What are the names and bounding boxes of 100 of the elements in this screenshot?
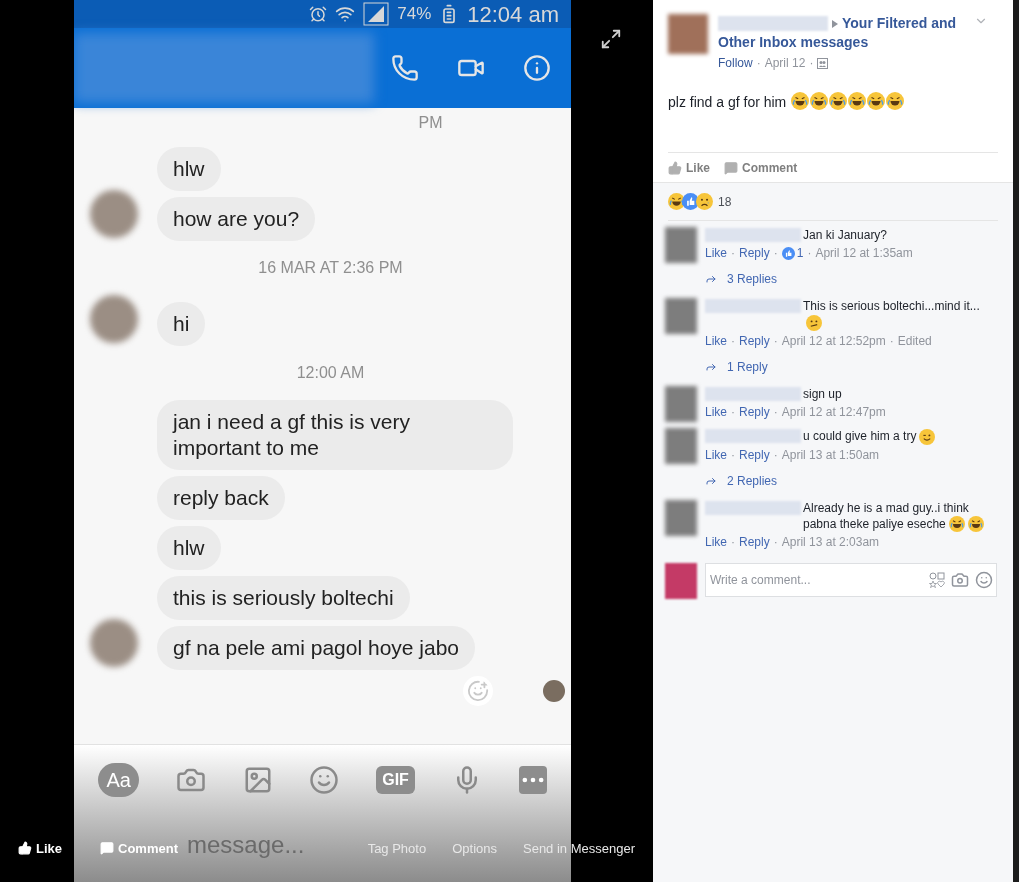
comment-text: u could give him a try: [803, 427, 991, 445]
comment-action-link[interactable]: Like: [705, 402, 727, 421]
more-icon[interactable]: [518, 766, 547, 794]
message-bubble: jan i need a gf this is very important to me: [157, 400, 513, 470]
expand-icon[interactable]: [600, 28, 622, 50]
gif-button[interactable]: GIF: [376, 766, 415, 794]
reply-arrow-icon: [705, 273, 717, 285]
like-icon: [668, 160, 682, 175]
sad-face-icon: [696, 193, 713, 210]
separator: ·: [731, 534, 735, 552]
separator: ·: [731, 245, 735, 262]
signal-icon: [363, 2, 390, 26]
laughing-face-icon: [848, 92, 867, 110]
like-count[interactable]: 1: [796, 244, 804, 262]
commenter-avatar[interactable]: [665, 499, 697, 536]
comment-action-link[interactable]: Reply: [739, 331, 770, 350]
comment-action-link[interactable]: Reply: [739, 402, 770, 421]
emoji-add-icon[interactable]: [463, 676, 493, 706]
comment-field[interactable]: Write a comment...: [705, 563, 997, 598]
winking-face-icon: [919, 428, 936, 445]
laughing-face-icon: [829, 92, 848, 110]
comment-button[interactable]: Comment: [724, 158, 798, 177]
like-reaction-icon: [781, 246, 795, 260]
replies-link[interactable]: 2 Replies: [705, 471, 778, 490]
info-icon[interactable]: [523, 54, 551, 82]
comment-text: Jan ki January?: [803, 227, 889, 243]
comment-time: April 13 at 2:03am: [781, 534, 880, 552]
separator: ·: [731, 332, 735, 350]
small-avatar: [543, 680, 565, 702]
comment-text: sign up: [803, 385, 843, 402]
comment-action-link[interactable]: Reply: [739, 244, 770, 262]
commenter-avatar[interactable]: [665, 385, 697, 422]
like-button[interactable]: Like: [18, 838, 62, 858]
comment-time: Edited: [897, 332, 932, 350]
commenter-avatar[interactable]: [665, 427, 697, 464]
comment-time: April 12 at 12:47pm: [781, 403, 886, 421]
separator: ·: [773, 403, 778, 421]
message-bubble: hi: [157, 302, 206, 346]
separator: ·: [773, 332, 778, 350]
comment-action-link[interactable]: Like: [705, 244, 727, 262]
comment-time: April 13 at 1:50am: [781, 446, 880, 464]
replies-link[interactable]: 1 Reply: [705, 357, 768, 376]
laughing-face-icon: [867, 92, 886, 110]
message-bubble: gf na pele ami pagol hoye jabo: [157, 626, 476, 670]
reaction-count[interactable]: 18: [718, 192, 732, 211]
comment-icon: [724, 160, 738, 175]
smiley-icon[interactable]: [975, 571, 993, 590]
laughing-face-icon: [948, 516, 965, 533]
separator: ·: [773, 446, 778, 464]
like-button[interactable]: Like: [668, 158, 710, 177]
separator: ·: [731, 446, 735, 464]
avatar: [90, 619, 138, 667]
laughing-face-icon: [886, 92, 905, 110]
camera-icon[interactable]: [951, 571, 969, 590]
separator: ·: [773, 534, 778, 552]
battery-percent: 74%: [397, 3, 432, 26]
separator: ·: [889, 332, 894, 350]
group-link[interactable]: Your Filtered and Other Inbox messages: [718, 14, 974, 52]
comment-action-link[interactable]: Like: [705, 533, 727, 552]
comment-action-link[interactable]: Like: [705, 331, 727, 350]
separator: ·: [809, 55, 814, 72]
separator: ·: [807, 245, 812, 262]
post-text: plz find a gf for him: [668, 93, 787, 112]
separator: ·: [773, 245, 778, 262]
commenter-avatar[interactable]: [665, 227, 697, 263]
comment-action-link[interactable]: Reply: [739, 445, 770, 464]
commenter-avatar[interactable]: [665, 298, 697, 334]
phone-icon[interactable]: [391, 54, 419, 82]
chat-timestamp: 12:00 AM: [296, 363, 365, 383]
comment-action-link[interactable]: Like: [705, 445, 727, 464]
post-date: April 12: [764, 55, 806, 72]
message-bubble: reply back: [157, 476, 285, 520]
follow-link[interactable]: Follow: [718, 54, 753, 72]
comment-action-link[interactable]: Reply: [739, 533, 770, 552]
laughing-face-icon: [810, 92, 829, 110]
smiley-icon[interactable]: [309, 765, 340, 795]
separator: ·: [756, 55, 761, 72]
audience-icon: [817, 57, 829, 69]
user-avatar: [665, 563, 697, 600]
avatar: [90, 190, 138, 238]
status-time: 12:04 am: [467, 0, 559, 29]
chat-timestamp: PM: [418, 113, 443, 133]
avatar: [90, 295, 138, 343]
comment-text: Already he is a mad guy..i think pabna theke paliye eseche: [803, 499, 991, 533]
wifi-icon: [335, 4, 356, 24]
comment-icon: [100, 841, 114, 856]
message-bubble: hlw: [157, 147, 221, 191]
text-format-button[interactable]: Aa: [98, 763, 139, 797]
laughing-face-icon: [791, 92, 810, 110]
confused-face-icon: [806, 314, 822, 331]
profile-picture[interactable]: [668, 14, 708, 54]
comment-time: April 12 at 1:35am: [815, 245, 913, 262]
comment-time: April 12 at 12:52pm: [781, 332, 886, 350]
alarm-icon: [309, 5, 328, 23]
message-bubble: hlw: [157, 526, 221, 570]
chat-timestamp: 16 MAR AT 2:36 PM: [258, 258, 403, 278]
comment-text: This is serious boltechi...mind it...: [803, 298, 991, 331]
replies-link[interactable]: 3 Replies: [705, 270, 778, 288]
sticker-icon[interactable]: [929, 572, 945, 589]
message-bubble: this is seriously boltechi: [157, 576, 410, 620]
